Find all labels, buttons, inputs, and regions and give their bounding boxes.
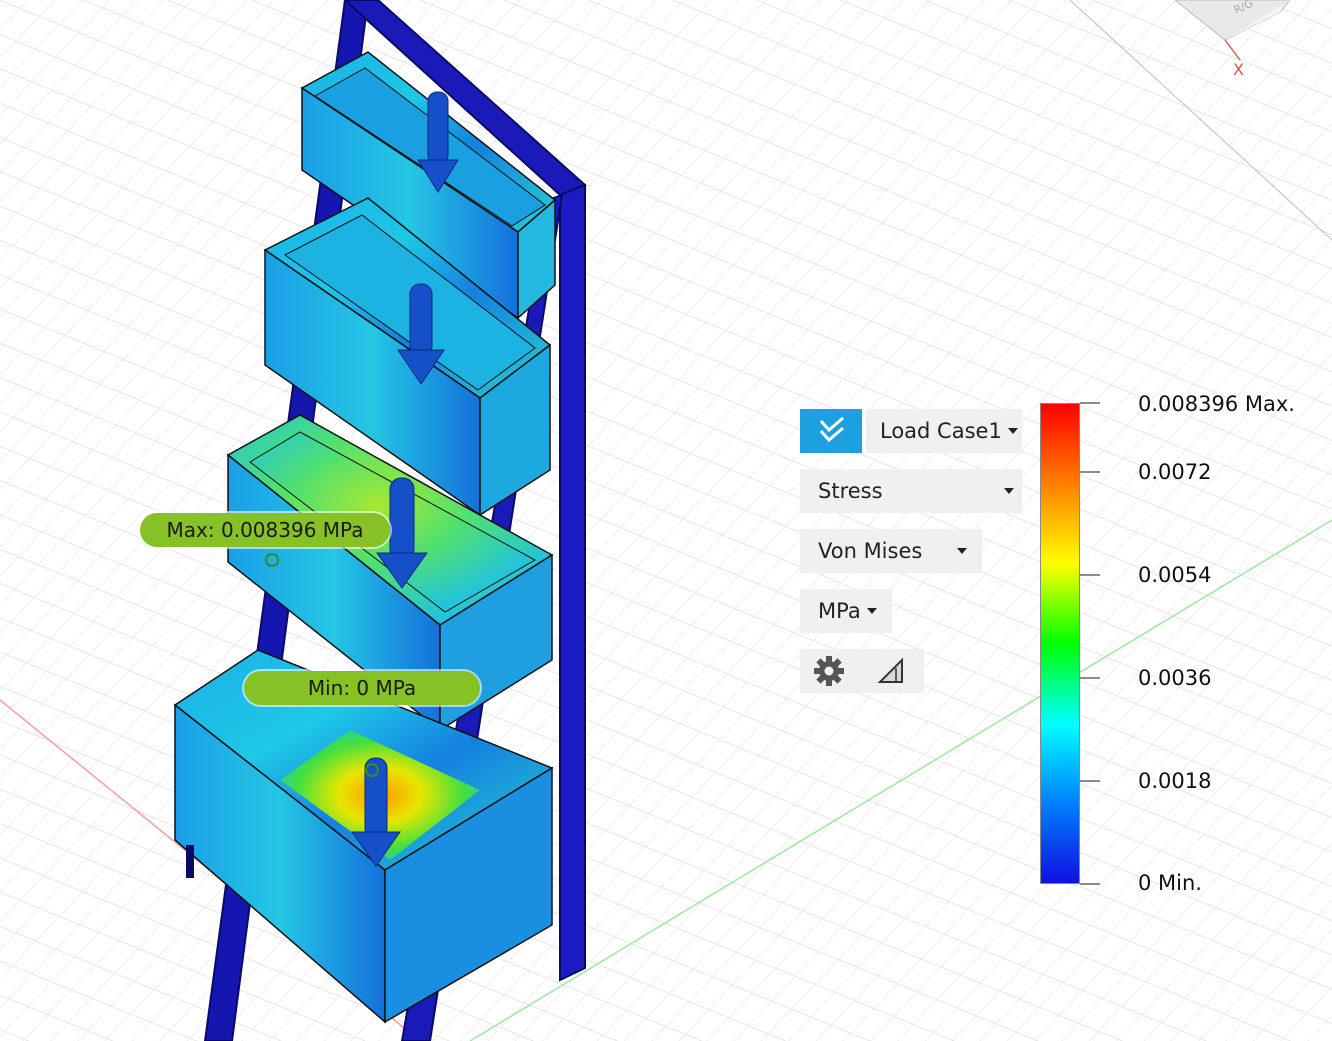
- result-type-dropdown[interactable]: Stress: [800, 469, 1022, 513]
- settings-button[interactable]: [812, 654, 846, 693]
- expand-toggle-button[interactable]: [800, 409, 862, 453]
- max-probe-callout[interactable]: Max: 0.008396 MPa: [140, 513, 390, 547]
- legend-min-label: 0 Min.: [1138, 871, 1202, 895]
- legend-tick-marks: [1080, 402, 1100, 885]
- slicer-button[interactable]: [876, 656, 906, 691]
- chevron-down-icon: [1004, 488, 1014, 494]
- legend-tools-bar: [800, 649, 924, 693]
- gear-icon: [814, 656, 844, 686]
- units-dropdown[interactable]: MPa: [800, 589, 892, 633]
- legend-tick-label: 0.0054: [1138, 563, 1212, 587]
- stress-color-legend: [1040, 403, 1080, 884]
- chevron-down-icon: [866, 608, 877, 614]
- legend-tick-label: 0.0036: [1138, 666, 1212, 690]
- min-probe-text: Min: 0 MPa: [307, 676, 417, 700]
- triangle-ruler-icon: [877, 657, 903, 683]
- ladder-right-post: [559, 183, 586, 982]
- chevron-down-icon: [957, 548, 967, 554]
- component-label: Von Mises: [818, 539, 923, 563]
- chevron-down-icon: [1007, 428, 1018, 434]
- result-type-label: Stress: [818, 479, 883, 503]
- legend-tick-label: 0.0072: [1138, 460, 1212, 484]
- legend-tick-label: 0.0018: [1138, 769, 1212, 793]
- min-probe-callout[interactable]: Min: 0 MPa: [244, 671, 480, 705]
- view-cube-axis-x: X: [1233, 60, 1244, 79]
- load-case-label: Load Case1: [880, 419, 1002, 443]
- component-dropdown[interactable]: Von Mises: [800, 529, 982, 573]
- load-case-dropdown[interactable]: Load Case1: [866, 409, 1022, 453]
- max-probe-text: Max: 0.008396 MPa: [166, 518, 364, 542]
- units-label: MPa: [818, 599, 861, 623]
- legend-max-label: 0.008396 Max.: [1138, 392, 1295, 416]
- double-chevron-down-icon: [819, 416, 844, 443]
